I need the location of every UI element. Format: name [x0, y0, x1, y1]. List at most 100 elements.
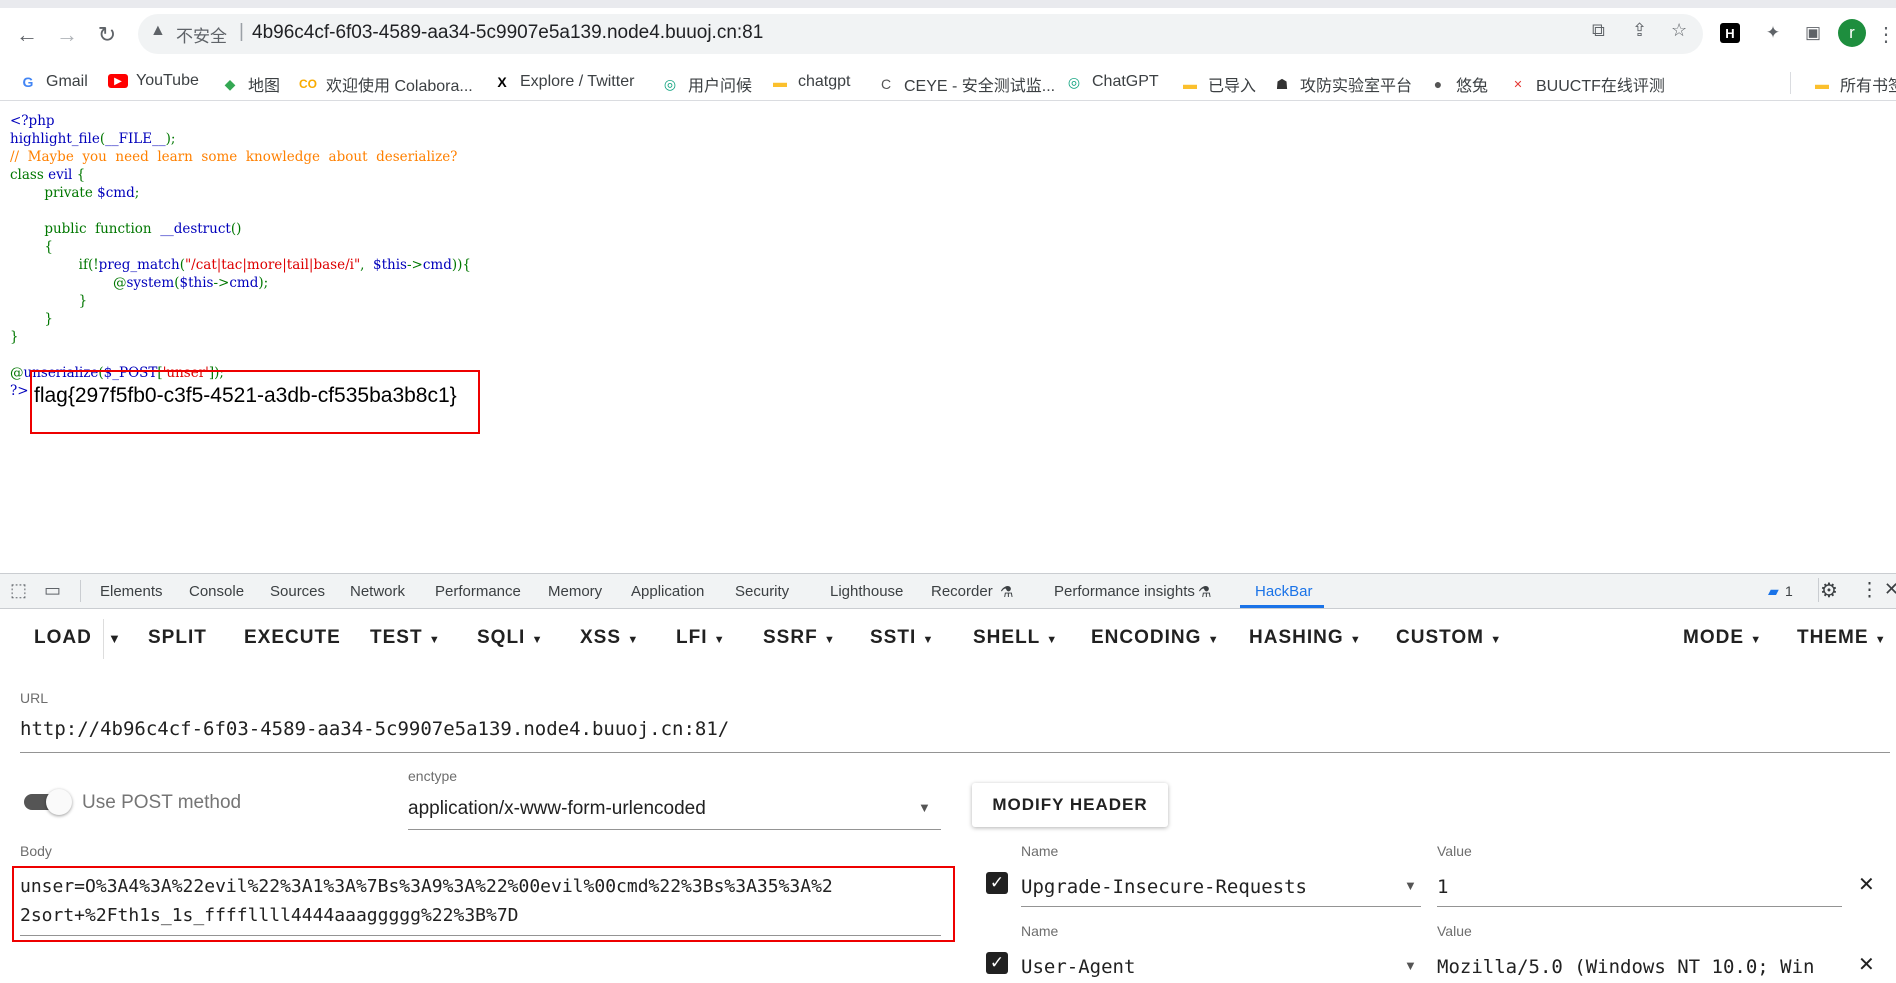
more-options-icon[interactable]: ⋮ — [1860, 579, 1879, 602]
mode-menu[interactable]: MODE ▼ — [1683, 627, 1762, 649]
split-button[interactable]: SPLIT — [148, 627, 207, 649]
star-icon[interactable]: ☆ — [1671, 20, 1687, 41]
tab-application[interactable]: Application — [631, 583, 704, 600]
theme-menu[interactable]: THEME ▼ — [1797, 627, 1887, 649]
caret-down-icon: ▼ — [823, 634, 836, 646]
back-icon[interactable]: ← — [12, 20, 42, 50]
tab-memory[interactable]: Memory — [548, 583, 602, 600]
lfi-menu[interactable]: LFI ▼ — [676, 627, 726, 649]
ssti-menu[interactable]: SSTI ▼ — [870, 627, 934, 649]
side-panel-icon[interactable]: ▣ — [1800, 20, 1826, 46]
bookmark-folder-imported[interactable]: ▬ 已导入 — [1180, 72, 1256, 96]
url-input[interactable]: http://4b96c4cf-6f03-4589-aa34-5c9907e5a… — [20, 718, 729, 740]
load-button[interactable]: LOAD — [34, 627, 92, 649]
menu-label: CUSTOM — [1396, 627, 1484, 648]
sqli-menu[interactable]: SQLI ▼ — [477, 627, 544, 649]
bookmark-colab[interactable]: CO 欢迎使用 Colabora... — [298, 72, 473, 96]
tab-lighthouse[interactable]: Lighthouse — [830, 583, 903, 600]
header-value-input[interactable]: 1 — [1437, 876, 1448, 898]
ssrf-menu[interactable]: SSRF ▼ — [763, 627, 836, 649]
issues-count[interactable]: 1 — [1785, 583, 1793, 599]
inspect-element-icon[interactable]: ⬚ — [10, 580, 27, 601]
bookmark-label: Gmail — [46, 73, 88, 90]
bookmark-label: Explore / Twitter — [520, 73, 635, 90]
bookmark-ceye[interactable]: C CEYE - 安全测试监... — [876, 72, 1055, 96]
menu-label: HASHING — [1249, 627, 1344, 648]
openai-icon: ◎ — [1067, 73, 1081, 90]
header-enable-checkbox[interactable]: ✓ — [986, 952, 1008, 974]
tab-performance[interactable]: Performance — [435, 583, 521, 600]
insecure-label[interactable]: 不安全 — [176, 22, 227, 47]
enctype-underline — [408, 829, 941, 830]
url-text[interactable]: 4b96c4cf-6f03-4589-aa34-5c9907e5a139.nod… — [252, 22, 763, 44]
tab-network[interactable]: Network — [350, 583, 405, 600]
menu-label: XSS — [580, 627, 622, 648]
bookmark-youtu[interactable]: ● 悠兔 — [1428, 72, 1488, 96]
folder-icon: ▬ — [1183, 76, 1197, 92]
encoding-menu[interactable]: ENCODING ▼ — [1091, 627, 1220, 649]
hackbar-extension-icon[interactable]: H — [1720, 23, 1740, 43]
tab-security[interactable]: Security — [735, 583, 789, 600]
load-dropdown-icon[interactable]: ▼ — [108, 631, 122, 646]
warning-icon[interactable]: ▲ — [150, 22, 166, 40]
issues-icon[interactable]: ▰ — [1768, 583, 1779, 600]
tab-hackbar[interactable]: HackBar — [1255, 583, 1313, 600]
bookmark-maps[interactable]: ◆ 地图 — [220, 72, 280, 96]
header-name-dropdown-icon[interactable]: ▼ — [1404, 958, 1417, 973]
bookmark-label: 所有书签 — [1840, 78, 1896, 95]
header-name-label: Name — [1021, 923, 1059, 939]
ceye-icon: C — [880, 76, 892, 92]
flask-icon: ⚗ — [1198, 584, 1212, 601]
tab-console[interactable]: Console — [189, 583, 244, 600]
header-name-underline — [1021, 906, 1421, 907]
bookmark-label: 用户问候 — [688, 78, 753, 95]
tab-performance-insights[interactable]: Performance insights — [1054, 583, 1195, 600]
header-name-input[interactable]: User-Agent — [1021, 956, 1135, 978]
header-name-input[interactable]: Upgrade-Insecure-Requests — [1021, 876, 1307, 898]
remove-header-icon[interactable]: ✕ — [1858, 872, 1875, 897]
forward-icon[interactable]: → — [52, 20, 82, 50]
translate-icon[interactable]: ⧉ — [1592, 20, 1605, 41]
settings-gear-icon[interactable]: ⚙ — [1820, 578, 1838, 603]
bookmark-youtube[interactable]: ▶ YouTube — [108, 72, 199, 90]
custom-menu[interactable]: CUSTOM ▼ — [1396, 627, 1502, 649]
tab-sources[interactable]: Sources — [270, 583, 325, 600]
header-value-input[interactable]: Mozilla/5.0 (Windows NT 10.0; Win — [1437, 956, 1842, 978]
enctype-dropdown-icon[interactable]: ▼ — [918, 800, 931, 815]
bookmark-user-greeting[interactable]: ◎ 用户问候 — [660, 72, 752, 96]
bookmark-chatgpt[interactable]: ◎ ChatGPT — [1064, 72, 1159, 92]
maps-icon: ◆ — [224, 75, 236, 92]
menu-icon[interactable]: ⋮ — [1876, 22, 1896, 47]
buuctf-icon: ✕ — [1513, 78, 1523, 91]
modify-header-button[interactable]: MODIFY HEADER — [972, 783, 1168, 827]
hashing-menu[interactable]: HASHING ▼ — [1249, 627, 1362, 649]
close-devtools-icon[interactable]: ✕ — [1884, 579, 1896, 600]
profile-avatar[interactable]: r — [1838, 19, 1866, 47]
bookmark-lab-platform[interactable]: ☗ 攻防实验室平台 — [1272, 72, 1412, 96]
caret-down-icon: ▼ — [1490, 634, 1503, 646]
header-enable-checkbox[interactable]: ✓ — [986, 872, 1008, 894]
xss-menu[interactable]: XSS ▼ — [580, 627, 639, 649]
bookmark-buuctf[interactable]: ✕ BUUCTF在线评测 — [1508, 72, 1665, 96]
header-name-dropdown-icon[interactable]: ▼ — [1404, 878, 1417, 893]
reload-icon[interactable]: ↻ — [92, 20, 122, 50]
share-icon[interactable]: ⇪ — [1632, 20, 1647, 41]
test-menu[interactable]: TEST ▼ — [370, 627, 441, 649]
remove-header-icon[interactable]: ✕ — [1858, 952, 1875, 977]
url-input-underline — [20, 752, 1890, 753]
folder-icon: ▬ — [1815, 76, 1829, 92]
openai-icon: ◎ — [663, 75, 677, 92]
bookmark-folder-chatgpt[interactable]: ▬ chatgpt — [770, 72, 850, 92]
tab-recorder[interactable]: Recorder — [931, 583, 993, 600]
extensions-icon[interactable]: ✦ — [1760, 20, 1786, 46]
post-toggle-thumb[interactable] — [46, 789, 72, 815]
bookmark-twitter[interactable]: X Explore / Twitter — [492, 72, 634, 92]
bookmark-label: 欢迎使用 Colabora... — [326, 78, 473, 95]
enctype-select[interactable]: application/x-www-form-urlencoded — [408, 798, 706, 820]
bookmark-gmail[interactable]: G Gmail — [18, 72, 88, 92]
shell-menu[interactable]: SHELL ▼ — [973, 627, 1058, 649]
tab-elements[interactable]: Elements — [100, 583, 163, 600]
bookmark-all[interactable]: ▬ 所有书签 — [1812, 72, 1896, 96]
execute-button[interactable]: EXECUTE — [244, 627, 341, 649]
device-toolbar-icon[interactable]: ▭ — [44, 580, 61, 601]
